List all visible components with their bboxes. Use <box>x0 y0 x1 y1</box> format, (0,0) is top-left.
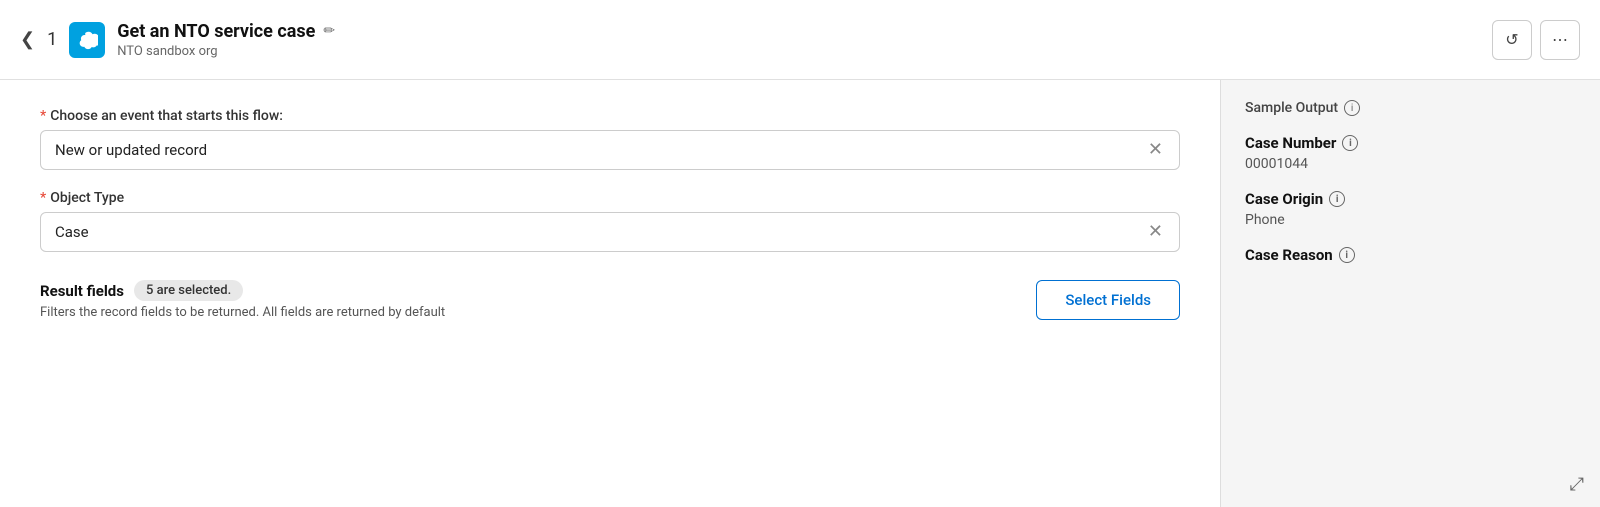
output-field-case-reason: Case Reason i <box>1245 246 1576 268</box>
case-number-label-row: Case Number i <box>1245 134 1576 152</box>
left-panel: *Choose an event that starts this flow: … <box>0 80 1220 507</box>
object-clear-button[interactable]: ✕ <box>1146 223 1165 241</box>
case-number-value: 00001044 <box>1245 156 1576 172</box>
expand-icon[interactable]: ⤢ <box>1570 474 1584 495</box>
more-button[interactable]: ⋯ <box>1540 20 1580 60</box>
result-fields-badge: 5 are selected. <box>134 280 243 301</box>
result-fields-label: Result fields <box>40 282 124 300</box>
result-fields-row: Result fields 5 are selected. Filters th… <box>40 280 1180 320</box>
refresh-icon: ↺ <box>1505 30 1518 49</box>
right-panel: Sample Output i Case Number i 00001044 C… <box>1220 80 1600 507</box>
case-reason-label-row: Case Reason i <box>1245 246 1576 264</box>
object-label: *Object Type <box>40 190 1180 206</box>
output-field-case-number: Case Number i 00001044 <box>1245 134 1576 172</box>
sample-output-header: Sample Output i <box>1245 100 1576 116</box>
event-required-star: * <box>40 108 46 124</box>
step-number: 1 <box>47 29 57 50</box>
collapse-icon[interactable]: ❮ <box>20 29 35 50</box>
event-value: New or updated record <box>55 141 1146 159</box>
case-origin-label: Case Origin <box>1245 190 1323 208</box>
more-icon: ⋯ <box>1552 30 1568 49</box>
salesforce-logo <box>69 22 105 58</box>
case-number-info-icon[interactable]: i <box>1342 135 1358 151</box>
event-label: *Choose an event that starts this flow: <box>40 108 1180 124</box>
edit-icon[interactable]: ✏ <box>323 23 335 39</box>
header-title-text: Get an NTO service case <box>117 21 315 42</box>
object-type-field-group: *Object Type Case ✕ <box>40 190 1180 252</box>
case-reason-label: Case Reason <box>1245 246 1333 264</box>
select-fields-button[interactable]: Select Fields <box>1036 280 1180 320</box>
refresh-button[interactable]: ↺ <box>1492 20 1532 60</box>
header-bar: ❮ 1 Get an NTO service case ✏ NTO sandbo… <box>0 0 1600 80</box>
object-input[interactable]: Case ✕ <box>40 212 1180 252</box>
header-left: ❮ 1 Get an NTO service case ✏ NTO sandbo… <box>20 21 335 59</box>
sample-output-info-icon[interactable]: i <box>1344 100 1360 116</box>
event-input[interactable]: New or updated record ✕ <box>40 130 1180 170</box>
header-subtitle: NTO sandbox org <box>117 44 335 59</box>
header-right: ↺ ⋯ <box>1492 20 1580 60</box>
title-block: Get an NTO service case ✏ NTO sandbox or… <box>117 21 335 59</box>
case-origin-info-icon[interactable]: i <box>1329 191 1345 207</box>
event-field-group: *Choose an event that starts this flow: … <box>40 108 1180 170</box>
sample-output-title: Sample Output <box>1245 100 1338 116</box>
object-value: Case <box>55 223 1146 241</box>
result-fields-description: Filters the record fields to be returned… <box>40 305 445 320</box>
result-fields-title-row: Result fields 5 are selected. <box>40 280 445 301</box>
object-required-star: * <box>40 190 46 206</box>
main-content: *Choose an event that starts this flow: … <box>0 80 1600 507</box>
result-fields-left: Result fields 5 are selected. Filters th… <box>40 280 445 320</box>
event-clear-button[interactable]: ✕ <box>1146 141 1165 159</box>
case-origin-value: Phone <box>1245 212 1576 228</box>
output-field-case-origin: Case Origin i Phone <box>1245 190 1576 228</box>
case-number-label: Case Number <box>1245 134 1336 152</box>
header-title-row: Get an NTO service case ✏ <box>117 21 335 42</box>
case-origin-label-row: Case Origin i <box>1245 190 1576 208</box>
case-reason-info-icon[interactable]: i <box>1339 247 1355 263</box>
